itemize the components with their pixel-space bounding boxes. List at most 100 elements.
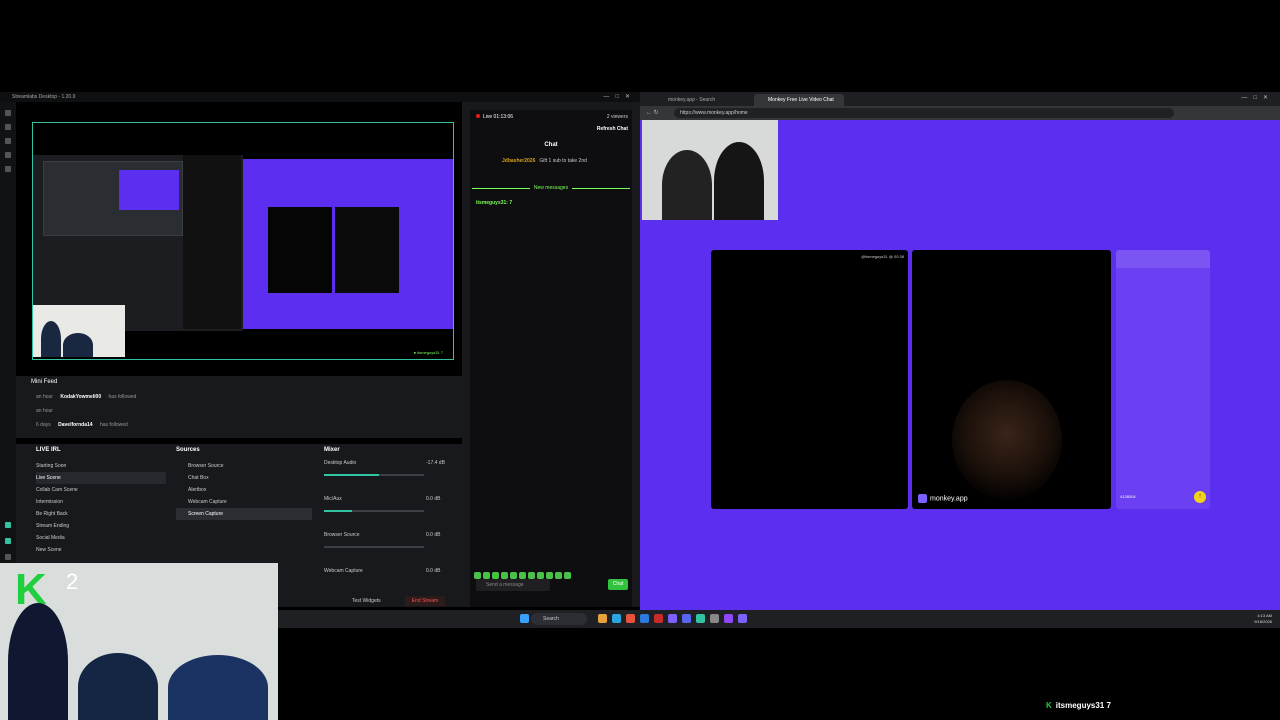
studio-mode-icon[interactable] bbox=[5, 522, 11, 528]
emote-icon[interactable] bbox=[510, 572, 517, 579]
window-title: Streamlabs Desktop - 1.20.9 bbox=[12, 94, 76, 100]
emote-icon[interactable] bbox=[546, 572, 553, 579]
editor-icon[interactable] bbox=[5, 110, 11, 116]
feed-row[interactable]: an hour bbox=[36, 404, 446, 418]
scene-preview[interactable]: ● itsmeguys31 7 bbox=[32, 122, 454, 360]
window-controls[interactable]: —□✕ bbox=[603, 92, 636, 102]
person-shape bbox=[8, 603, 68, 720]
preview-chat-badge: ● itsmeguys31 7 bbox=[413, 350, 443, 355]
source-item[interactable]: Browser Source bbox=[176, 460, 312, 472]
apps-icon[interactable] bbox=[5, 138, 11, 144]
layout-icon[interactable] bbox=[5, 538, 11, 544]
system-clock[interactable]: 4:13 AM 9/18/2026 bbox=[1254, 613, 1272, 625]
gift-text: Gift 1 sub to take 2nd bbox=[539, 158, 587, 164]
scene-item[interactable]: Social Media bbox=[36, 532, 166, 544]
scene-item[interactable]: Intermission bbox=[36, 496, 166, 508]
app-icon[interactable] bbox=[598, 614, 607, 623]
window-controls[interactable]: —□✕ bbox=[1241, 94, 1274, 101]
app-icon[interactable] bbox=[682, 614, 691, 623]
mixer-db: 0.0 dB bbox=[426, 532, 441, 538]
nested-purple bbox=[119, 170, 179, 210]
emote-icon[interactable] bbox=[519, 572, 526, 579]
viewer-count: 2 viewers bbox=[606, 114, 628, 120]
test-widgets-button[interactable]: Test Widgets bbox=[352, 598, 381, 604]
emote-icon[interactable] bbox=[537, 572, 544, 579]
emote-icon[interactable] bbox=[492, 572, 499, 579]
tab-monkey[interactable]: Monkey Free Live Video Chat bbox=[754, 94, 844, 106]
feed-action: has followed bbox=[99, 422, 128, 428]
mixer-volume-slider[interactable] bbox=[324, 546, 424, 548]
side-panel-header bbox=[1116, 250, 1210, 268]
person-shape bbox=[168, 655, 268, 720]
stranger-video bbox=[952, 380, 1062, 500]
help-icon[interactable] bbox=[5, 554, 11, 560]
video-tile-right: monkey.app bbox=[912, 250, 1111, 509]
app-icon[interactable] bbox=[626, 614, 635, 623]
app-icon[interactable] bbox=[696, 614, 705, 623]
chat-panel: Live 01:13:06 2 viewers Refresh Chat Cha… bbox=[470, 110, 632, 607]
person-shape bbox=[63, 333, 93, 357]
mixer-level bbox=[324, 510, 352, 512]
app-icon[interactable] bbox=[612, 614, 621, 623]
app-icon[interactable] bbox=[710, 614, 719, 623]
chat-send-button[interactable]: Chat bbox=[608, 579, 628, 590]
person-shape bbox=[714, 142, 764, 220]
emote-icon[interactable] bbox=[528, 572, 535, 579]
source-item[interactable]: Webcam Capture bbox=[176, 496, 312, 508]
scene-item[interactable]: Collab Cam Scene bbox=[36, 484, 166, 496]
video-tile-left: @itsmeguys31 @ 00:38 bbox=[711, 250, 908, 509]
nav-arrows-icon[interactable]: ← ↻ bbox=[646, 109, 659, 116]
start-icon[interactable] bbox=[520, 614, 529, 623]
preview-screen-left bbox=[33, 155, 243, 357]
emote-icon[interactable] bbox=[501, 572, 508, 579]
feed-action: has followed bbox=[108, 394, 137, 400]
feed-time: an hour bbox=[36, 394, 53, 400]
source-item[interactable]: Alertbox bbox=[176, 484, 312, 496]
monkey-watermark: monkey.app bbox=[918, 494, 968, 503]
emote-icon[interactable] bbox=[555, 572, 562, 579]
emote-icon[interactable] bbox=[483, 572, 490, 579]
mixer-name: Browser Source bbox=[324, 532, 360, 538]
themes-icon[interactable] bbox=[5, 124, 11, 130]
browser-tab-strip: monkey.app - Search Monkey Free Live Vid… bbox=[640, 92, 1280, 106]
tab-search[interactable]: monkey.app - Search bbox=[654, 94, 754, 106]
taskbar-search[interactable]: Search bbox=[531, 613, 587, 625]
feed-user: KodakYowmeli00 bbox=[60, 394, 102, 400]
feed-row[interactable]: 6 days Davelfornda14 has followed bbox=[36, 418, 446, 432]
emote-icon[interactable] bbox=[564, 572, 571, 579]
emote-icon[interactable] bbox=[474, 572, 481, 579]
scene-item[interactable]: Stream Ending bbox=[36, 520, 166, 532]
mixer-name: Webcam Capture bbox=[324, 568, 363, 574]
mixer-volume-slider[interactable] bbox=[324, 474, 424, 476]
scene-item[interactable]: Starting Soon bbox=[36, 460, 166, 472]
settings-icon[interactable] bbox=[5, 166, 11, 172]
feed-row[interactable]: an hour KodakYowmeli00 has followed bbox=[36, 390, 446, 404]
scene-item[interactable]: Be Right Back bbox=[36, 508, 166, 520]
logo-number: 2 bbox=[66, 569, 79, 594]
person-shape bbox=[41, 321, 61, 357]
mixer-volume-slider[interactable] bbox=[324, 510, 424, 512]
address-bar[interactable]: https://www.monkey.app/home bbox=[674, 108, 1174, 118]
app-icon[interactable] bbox=[654, 614, 663, 623]
app-icon[interactable] bbox=[640, 614, 649, 623]
message-input[interactable]: 4128004 bbox=[1120, 494, 1136, 499]
chat-input[interactable]: Send a message bbox=[476, 579, 550, 591]
app-icon[interactable] bbox=[724, 614, 733, 623]
clock-date: 9/18/2026 bbox=[1254, 619, 1272, 624]
window-titlebar: Streamlabs Desktop - 1.20.9 —□✕ bbox=[0, 92, 640, 102]
dashboard-icon[interactable] bbox=[5, 152, 11, 158]
scene-item[interactable]: Live Scene bbox=[36, 472, 166, 484]
feed-user: Davelfornda14 bbox=[58, 422, 93, 428]
app-icon[interactable] bbox=[668, 614, 677, 623]
scene-item[interactable]: New Scene bbox=[36, 544, 166, 556]
preview-nested-window bbox=[43, 161, 183, 236]
source-item[interactable]: Chat Box bbox=[176, 472, 312, 484]
new-messages-text: New messages bbox=[529, 185, 573, 191]
person-shape bbox=[662, 150, 712, 220]
mixer-title: Mixer bbox=[324, 447, 340, 453]
app-icon[interactable] bbox=[738, 614, 747, 623]
source-item[interactable]: Screen Capture bbox=[176, 508, 312, 520]
refresh-chat-button[interactable]: Refresh Chat bbox=[597, 126, 628, 132]
end-stream-button[interactable]: End Stream bbox=[405, 596, 445, 606]
send-arrow-icon[interactable]: ↑ bbox=[1194, 491, 1206, 503]
